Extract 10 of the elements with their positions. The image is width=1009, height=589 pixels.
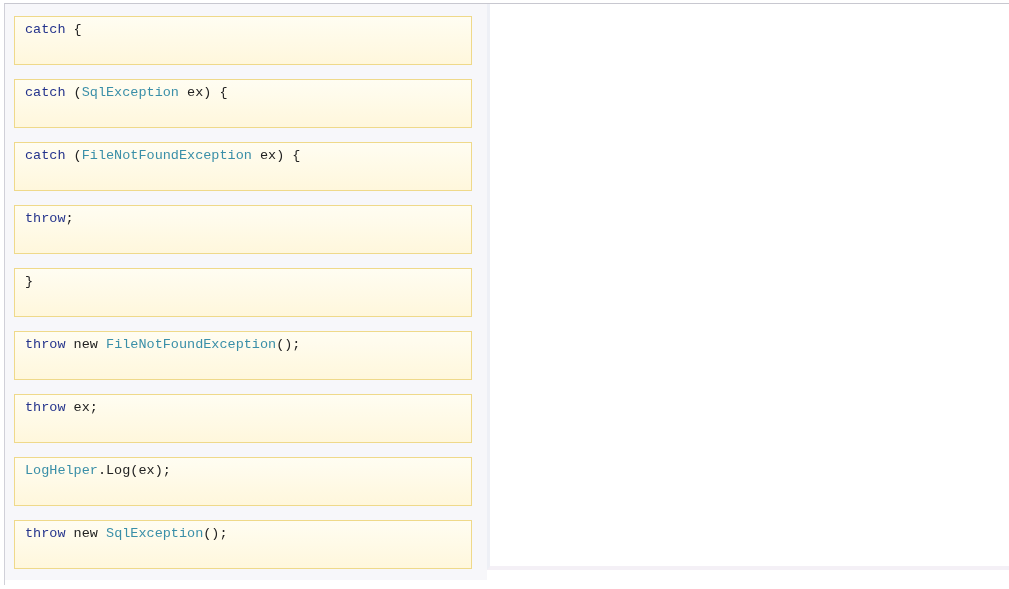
code-tile[interactable]: throw; <box>14 205 472 254</box>
code-tile[interactable]: LogHelper.Log(ex); <box>14 457 472 506</box>
code-tile[interactable]: catch (FileNotFoundException ex) { <box>14 142 472 191</box>
code-tile[interactable]: catch (SqlException ex) { <box>14 79 472 128</box>
code-tile[interactable]: catch { <box>14 16 472 65</box>
code-tile[interactable]: throw new SqlException(); <box>14 520 472 569</box>
drop-area[interactable] <box>487 4 1009 570</box>
code-tile[interactable]: throw new FileNotFoundException(); <box>14 331 472 380</box>
code-tile[interactable]: } <box>14 268 472 317</box>
code-tile[interactable]: throw ex; <box>14 394 472 443</box>
